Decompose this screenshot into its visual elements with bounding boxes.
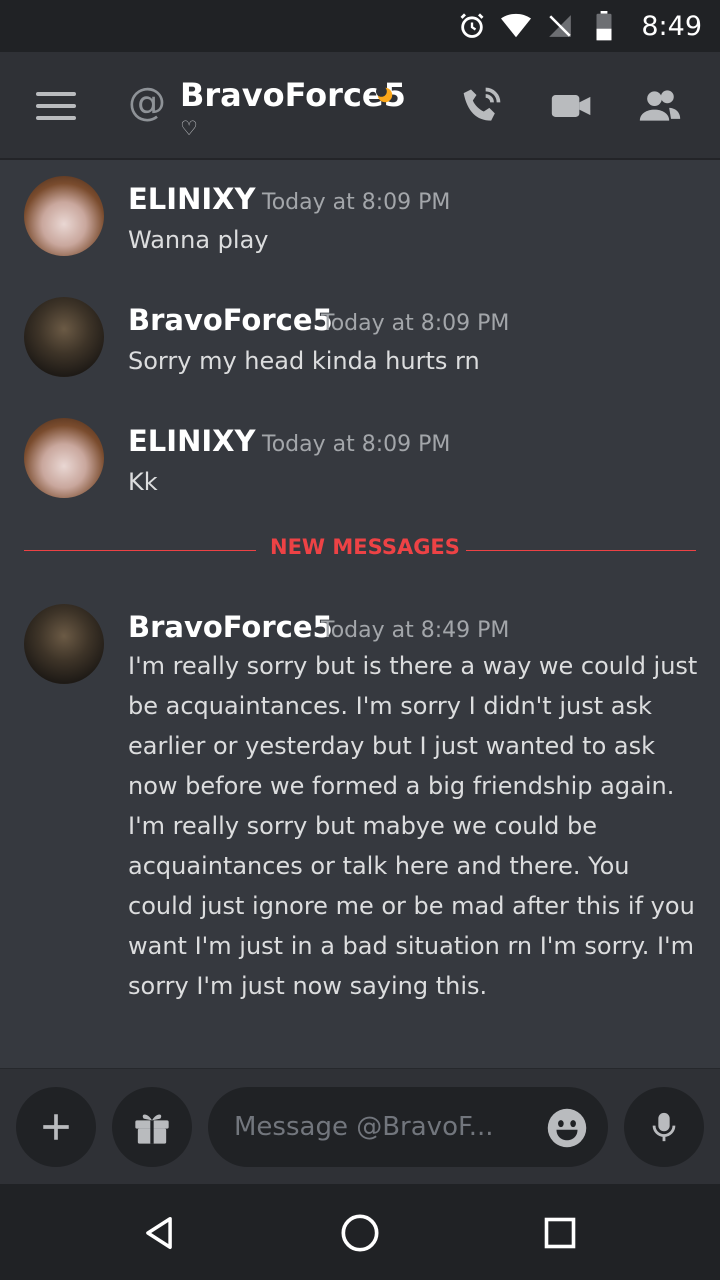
alarm-icon [457,11,487,41]
wifi-icon [501,11,532,41]
video-call-button[interactable] [550,84,594,128]
status-time: 8:49 [641,10,702,42]
message-list: ELINIXY Today at 8:09 PM Wanna play Brav… [0,162,720,1068]
voice-call-button[interactable] [460,84,504,128]
message-timestamp: Today at 8:09 PM [262,190,451,215]
avatar[interactable] [24,418,104,498]
divider-line [24,550,256,551]
status-bar: 8:49 [0,0,720,52]
custom-status: ♡ [180,116,198,140]
menu-icon[interactable] [36,92,76,122]
idle-moon-icon [376,86,394,104]
back-button[interactable] [138,1212,180,1254]
plus-icon [43,1114,69,1140]
gift-button[interactable] [112,1087,192,1167]
recents-square-icon [544,1217,576,1249]
avatar[interactable] [24,604,104,684]
member-list-button[interactable] [638,84,682,128]
message-content: I'm really sorry but is there a way we c… [128,652,698,1000]
message-timestamp: Today at 8:49 PM [321,618,510,643]
voice-message-button[interactable] [624,1087,704,1167]
back-triangle-icon [146,1217,172,1249]
message-content: Kk [128,468,158,496]
message-timestamp: Today at 8:09 PM [262,432,451,457]
home-button[interactable] [339,1212,381,1254]
message-placeholder: Message @BravoF... [234,1112,494,1142]
message-author[interactable]: BravoForce5 [128,303,333,337]
gift-icon [135,1114,169,1144]
message-author[interactable]: BravoForce5 [128,610,333,644]
emoji-picker-icon[interactable] [546,1107,588,1149]
message-content: Wanna play [128,226,269,254]
avatar[interactable] [24,176,104,256]
microphone-icon [652,1112,676,1142]
new-messages-divider: NEW MESSAGES [24,535,696,559]
system-nav-bar [0,1184,720,1280]
divider-line [466,550,696,551]
dm-recipient-name[interactable]: BravoForce5 [180,76,406,114]
battery-icon [589,11,619,41]
phone-call-icon [463,87,501,121]
message-content: Sorry my head kinda hurts rn [128,347,480,375]
add-attachment-button[interactable] [16,1087,96,1167]
message-author[interactable]: ELINIXY [128,182,256,216]
avatar[interactable] [24,297,104,377]
recents-button[interactable] [539,1212,581,1254]
new-messages-label: NEW MESSAGES [270,535,460,559]
at-icon: @ [128,80,166,124]
no-signal-icon [545,11,575,41]
message-timestamp: Today at 8:09 PM [321,311,510,336]
message-composer: Message @BravoF... [0,1068,720,1184]
members-icon [639,90,681,121]
video-camera-icon [551,95,591,117]
message-author[interactable]: ELINIXY [128,424,256,458]
dm-header: @ BravoForce5 ♡ [0,52,720,160]
home-circle-icon [341,1214,379,1252]
